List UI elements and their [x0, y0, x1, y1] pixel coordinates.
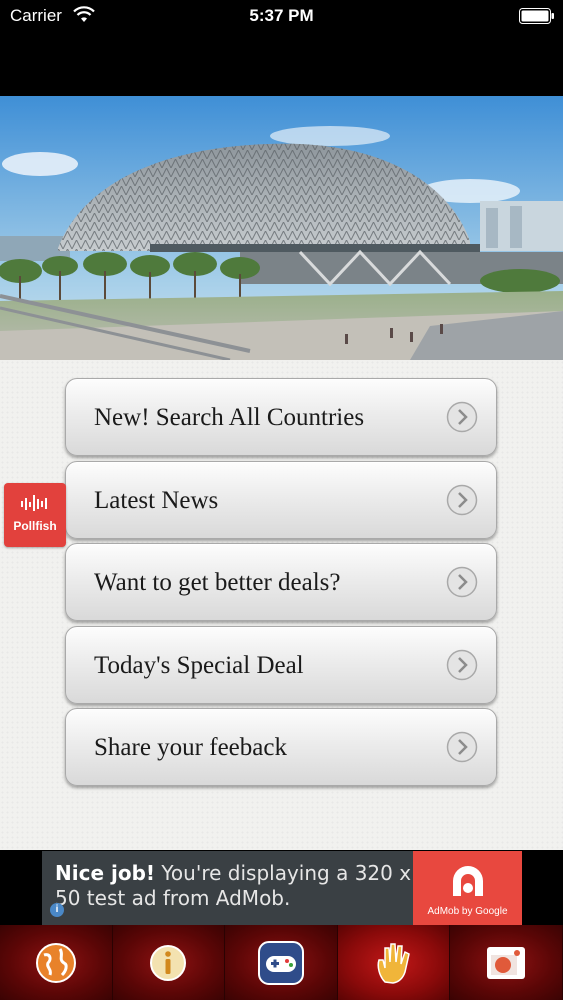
chevron-right-icon — [446, 566, 478, 598]
audio-bars-icon — [21, 495, 47, 511]
battery-icon — [519, 8, 554, 24]
photo-icon — [487, 946, 526, 979]
admob-logo-icon — [453, 866, 483, 896]
navigation-header — [0, 34, 563, 96]
ad-text: Nice job! You're displaying a 320 x 50 t… — [55, 861, 415, 911]
status-bar: Carrier 5:37 PM — [0, 0, 563, 34]
globe-icon — [35, 942, 76, 983]
tab-info[interactable] — [112, 925, 226, 1000]
search-all-countries-button[interactable]: New! Search All Countries — [65, 378, 497, 456]
pollfish-button[interactable]: Pollfish — [4, 483, 66, 547]
menu-item-label: Share your feeback — [94, 734, 287, 761]
gamepad-icon — [257, 940, 304, 985]
latest-news-button[interactable]: Latest News — [65, 461, 497, 539]
chevron-right-icon — [446, 731, 478, 763]
menu-item-label: New! Search All Countries — [94, 404, 365, 431]
menu-item-label: Want to get better deals? — [94, 569, 341, 596]
tab-hand[interactable] — [337, 925, 451, 1000]
tab-bar — [0, 925, 563, 1000]
clock: 5:37 PM — [249, 6, 314, 25]
tab-photo[interactable] — [450, 925, 563, 1000]
hand-icon — [377, 942, 410, 984]
admob-caption: AdMob by Google — [427, 906, 508, 917]
chevron-right-icon — [446, 484, 478, 516]
ad-info-icon[interactable]: i — [50, 903, 64, 917]
special-deal-button[interactable]: Today's Special Deal — [65, 626, 497, 704]
tab-games[interactable] — [225, 925, 338, 1000]
chevron-right-icon — [446, 649, 478, 681]
ad-headline: Nice job! — [55, 861, 156, 885]
chevron-right-icon — [446, 401, 478, 433]
admob-banner[interactable]: Nice job! You're displaying a 320 x 50 t… — [42, 851, 522, 925]
info-icon — [150, 944, 187, 981]
menu-item-label: Latest News — [94, 487, 219, 514]
admob-logo-panel: AdMob by Google — [413, 851, 522, 925]
tab-globe[interactable] — [0, 925, 113, 1000]
hero-image — [0, 96, 563, 360]
share-feedback-button[interactable]: Share your feeback — [65, 708, 497, 786]
better-deals-button[interactable]: Want to get better deals? — [65, 543, 497, 621]
menu-item-label: Today's Special Deal — [94, 652, 304, 679]
pollfish-label: Pollfish — [13, 519, 57, 533]
